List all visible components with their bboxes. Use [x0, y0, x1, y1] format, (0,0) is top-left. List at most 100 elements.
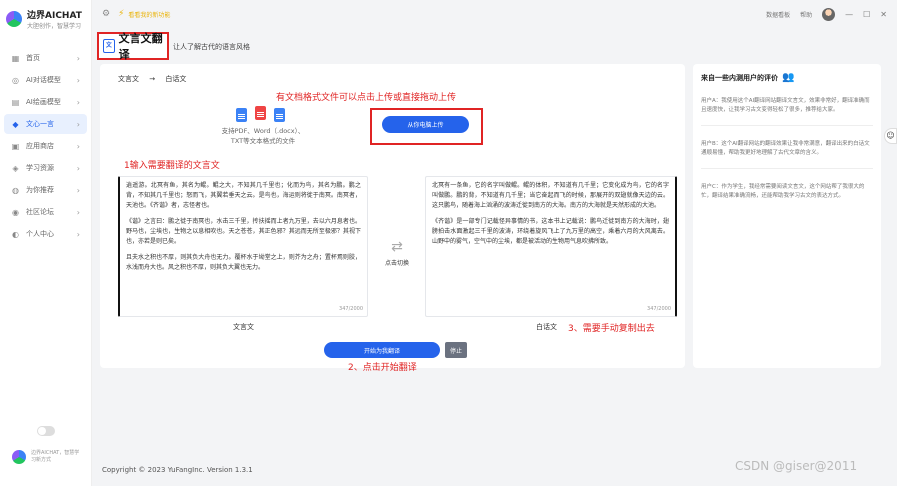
- sidebar-item-2[interactable]: ▤ AI绘画模型 ›: [4, 92, 87, 112]
- sidebar-item-label: 个人中心: [26, 230, 54, 238]
- sidebar-nav: ▦ 首页 › ◎ AI对话模型 › ▤ AI绘画模型 › ◆ 文心一言 › ▣ 应用商店 › ◈ 学习资源 › ◍ 为…: [0, 48, 91, 244]
- translate-button[interactable]: 开始为我翻译: [324, 342, 440, 358]
- chevron-right-icon: ›: [76, 207, 80, 217]
- sidebar-item-7[interactable]: ◉ 社区论坛 ›: [4, 202, 87, 222]
- review-list: 用户A：我使用这个AI翻译网站翻译文言文，效果非常好，翻译准确而且速度快，让我学…: [701, 97, 873, 201]
- sidebar-item-label: 社区论坛: [26, 208, 54, 216]
- reviews-title-text: 来自一些内测用户的评价: [701, 73, 778, 82]
- theme-toggle[interactable]: [37, 426, 55, 436]
- footer-brand-text: 边界AICHAT，智慧学习新方式: [31, 450, 80, 463]
- nav-icon: ▦: [11, 53, 20, 63]
- people-icon: 👥: [782, 72, 795, 83]
- page-subtitle: 让人了解古代的语言风格: [173, 43, 250, 51]
- sidebar-item-1[interactable]: ◎ AI对话模型 ›: [4, 70, 87, 90]
- reviews-title: 来自一些内测用户的评价 👥: [701, 72, 873, 83]
- brand-tagline: 大胆创作，智慧学习: [27, 23, 82, 30]
- copyright: Copyright © 2023 YuFangInc. Version 1.3.…: [102, 466, 253, 474]
- translate-annotation: 2、点击开始翻译: [348, 363, 417, 373]
- sidebar-item-0[interactable]: ▦ 首页 ›: [4, 48, 87, 68]
- language-direction: 文言文 → 白话文: [118, 74, 186, 84]
- page-title: 文言文翻译: [118, 32, 163, 61]
- nav-icon: ◈: [12, 163, 19, 173]
- source-paragraph: 《谐》之言曰：鹏之徙于南冥也，水击三千里，抟扶摇而上者九万里，去以六月息者也。野…: [126, 218, 361, 245]
- sidebar-item-8[interactable]: ◐ 个人中心 ›: [4, 224, 87, 244]
- nav-icon: ◎: [12, 75, 19, 85]
- chevron-right-icon: ›: [76, 185, 80, 195]
- translator-card: 文言文 → 白话文 有文档格式文件可以点击上传或直接拖动上传 支持PDF、Wor…: [100, 64, 685, 373]
- swap-label: 点击切换: [384, 260, 409, 267]
- target-paragraph: 《齐谐》是一部专门记载怪异事情的书，这本书上记载说：鹏鸟迁徙到南方的大海时，翅膀…: [432, 218, 669, 245]
- sidebar-item-label: AI对话模型: [26, 76, 61, 84]
- assistant-fab-icon[interactable]: ☺: [884, 128, 897, 144]
- page-title-box: 文 文言文翻译: [97, 32, 169, 61]
- arrow-right-icon: →: [149, 75, 156, 83]
- swap-arrows-icon: ⇄: [391, 239, 403, 255]
- lang-from: 文言文: [118, 75, 139, 83]
- lightning-icon: ⚡: [118, 9, 125, 19]
- target-label: 白话文: [536, 323, 557, 331]
- divider: [701, 168, 873, 169]
- target-textarea[interactable]: 北冥有一条鱼，它的名字叫做鲲。鲲的体积，不知道有几千里；它变化成为鸟，它的名字叫…: [425, 176, 677, 317]
- pdf-file-icon: [236, 108, 247, 122]
- sidebar-item-3[interactable]: ◆ 文心一言 ›: [4, 114, 87, 134]
- nav-icon: ◐: [12, 229, 19, 239]
- target-text: 北冥有一条鱼，它的名字叫做鲲。鲲的体积，不知道有几千里；它变化成为鸟，它的名字叫…: [432, 181, 669, 247]
- lang-to: 白话文: [165, 75, 187, 83]
- sidebar: 边界AICHAT 大胆创作，智慧学习 ▦ 首页 › ◎ AI对话模型 › ▤ AI绘画模型 › ◆…: [0, 0, 92, 486]
- sidebar-item-label: AI绘画模型: [26, 98, 61, 106]
- target-paragraph: 北冥有一条鱼，它的名字叫做鲲。鲲的体积，不知道有几千里；它变化成为鸟，它的名字叫…: [432, 182, 669, 209]
- source-paragraph: 且夫水之积也不厚，则其负大舟也无力。覆杯水于坳堂之上，则芥为之舟；置杯焉则胶，水…: [126, 254, 361, 271]
- sidebar-item-label: 首页: [26, 54, 40, 62]
- sidebar-item-label: 文心一言: [26, 120, 54, 128]
- maximize-icon[interactable]: ☐: [863, 10, 870, 19]
- source-label: 文言文: [233, 323, 254, 331]
- sidebar-item-label: 应用商店: [26, 142, 54, 150]
- upload-button[interactable]: 从你电脑上传: [382, 116, 469, 133]
- brand-name: 边界AICHAT: [27, 11, 82, 21]
- chevron-right-icon: ›: [76, 97, 80, 107]
- chevron-right-icon: ›: [76, 229, 80, 239]
- watermark: CSDN @giser@2011: [735, 459, 858, 473]
- reviews-panel: 来自一些内测用户的评价 👥 用户A：我使用这个AI翻译网站翻译文言文，效果非常好…: [693, 64, 881, 368]
- minimize-icon[interactable]: —: [845, 10, 853, 19]
- nav-icon: ◉: [12, 207, 19, 217]
- file-type-icons: [236, 106, 285, 122]
- nav-icon: ▣: [11, 141, 20, 151]
- sidebar-item-label: 为你推荐: [26, 186, 54, 194]
- swap-button[interactable]: ⇄ 点击切换: [382, 239, 412, 267]
- sidebar-item-4[interactable]: ▣ 应用商店 ›: [4, 136, 87, 156]
- translate-icon: 文: [103, 39, 115, 53]
- nav-icon: ▤: [11, 97, 20, 107]
- promo-text[interactable]: 看看我的新功能: [128, 10, 170, 19]
- source-text: 逍遥游。北冥有鱼，其名为鲲。鲲之大，不知其几千里也；化而为鸟，其名为鹏。鹏之背，…: [126, 181, 361, 273]
- avatar[interactable]: [822, 7, 836, 21]
- brand-logo-icon: [6, 11, 22, 27]
- stop-button[interactable]: 停止: [445, 342, 467, 358]
- supported-formats-text: 支持PDF、Word（.docx）、TXT等文本格式的文件: [221, 127, 305, 145]
- chevron-right-icon: ›: [76, 119, 80, 129]
- review-item: 用户B：这个AI翻译网站的翻译效果让我非常满意，翻译出来的白话文通顺易懂，帮助我…: [701, 141, 870, 156]
- source-paragraph: 逍遥游。北冥有鱼，其名为鲲。鲲之大，不知其几千里也；化而为鸟，其名为鹏。鹏之背，…: [126, 182, 361, 209]
- word-file-icon: [255, 106, 266, 120]
- brand[interactable]: 边界AICHAT 大胆创作，智慧学习: [0, 0, 91, 38]
- upload-annotation: 有文档格式文件可以点击上传或直接拖动上传: [276, 93, 457, 103]
- footer-brand: 边界AICHAT，智慧学习新方式: [12, 450, 81, 464]
- source-char-counter: 347/2000: [339, 306, 363, 312]
- nav-icon: ◍: [12, 185, 19, 195]
- sidebar-item-5[interactable]: ◈ 学习资源 ›: [4, 158, 87, 178]
- close-icon[interactable]: ✕: [880, 10, 887, 19]
- footer-logo-icon: [12, 450, 26, 464]
- input-annotation: 1输入需要翻译的文言文: [124, 161, 220, 171]
- settings-icon[interactable]: ⚙: [102, 9, 110, 19]
- top-bar: ⚙ ⚡ 看看我的新功能 数据看板 帮助 — ☐ ✕: [92, 0, 897, 28]
- source-textarea[interactable]: 逍遥游。北冥有鱼，其名为鲲。鲲之大，不知其几千里也；化而为鸟，其名为鹏。鹏之背，…: [118, 176, 368, 317]
- copy-annotation: 3、需要手动复制出去: [568, 324, 655, 334]
- help-link[interactable]: 帮助: [800, 10, 812, 19]
- chevron-right-icon: ›: [76, 141, 80, 151]
- dashboard-link[interactable]: 数据看板: [766, 10, 790, 19]
- review-item: 用户C：作为学生，我经常需要阅读文言文，这个网站帮了我很大的忙，翻译结果准确流畅…: [701, 184, 865, 199]
- nav-icon: ◆: [12, 119, 19, 129]
- txt-file-icon: [274, 108, 285, 122]
- sidebar-item-6[interactable]: ◍ 为你推荐 ›: [4, 180, 87, 200]
- divider: [701, 125, 873, 126]
